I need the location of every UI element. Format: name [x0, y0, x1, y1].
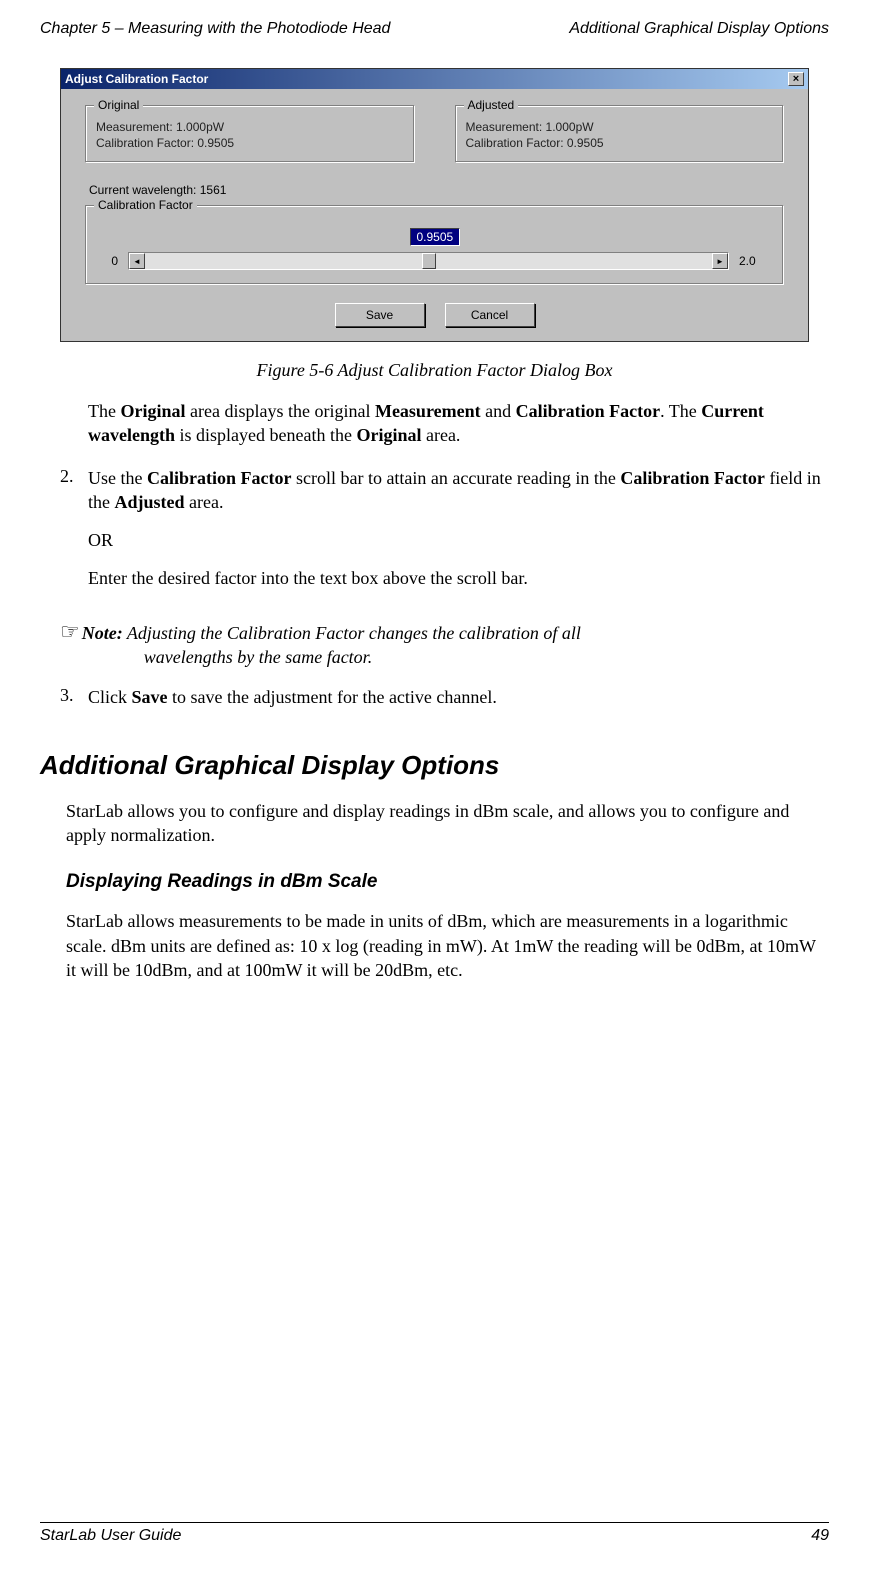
dialog-screenshot: Adjust Calibration Factor × Original Mea…: [60, 68, 809, 342]
original-measurement: Measurement: 1.000pW: [96, 120, 404, 134]
header-left: Chapter 5 – Measuring with the Photodiod…: [40, 20, 390, 38]
section-heading: Additional Graphical Display Options: [40, 750, 829, 781]
figure-caption: Figure 5-6 Adjust Calibration Factor Dia…: [40, 360, 829, 381]
scroll-right-icon[interactable]: ►: [712, 253, 728, 269]
dialog-title: Adjust Calibration Factor: [65, 72, 208, 86]
footer-page-number: 49: [811, 1527, 829, 1545]
calibration-factor-group: Calibration Factor 0.9505 0 ◄ ► 2.0: [85, 205, 784, 285]
save-button[interactable]: Save: [335, 303, 425, 327]
original-calibration: Calibration Factor: 0.9505: [96, 136, 404, 150]
original-group: Original Measurement: 1.000pW Calibratio…: [85, 105, 415, 163]
scroll-min: 0: [104, 254, 118, 268]
step-number: 3.: [60, 685, 88, 723]
original-legend: Original: [94, 98, 143, 112]
adjusted-legend: Adjusted: [464, 98, 519, 112]
page-footer: StarLab User Guide 49: [40, 1522, 829, 1545]
calibration-factor-legend: Calibration Factor: [94, 198, 197, 212]
scroll-left-icon[interactable]: ◄: [129, 253, 145, 269]
note-hand-icon: ☞: [60, 621, 80, 643]
step-2: 2. Use the Calibration Factor scroll bar…: [60, 466, 829, 605]
note-label: Note:: [82, 623, 123, 643]
step-number: 2.: [60, 466, 88, 605]
adjust-calibration-dialog: Adjust Calibration Factor × Original Mea…: [60, 68, 809, 342]
page-header: Chapter 5 – Measuring with the Photodiod…: [40, 20, 829, 38]
cancel-button[interactable]: Cancel: [445, 303, 535, 327]
calibration-scrollbar[interactable]: ◄ ►: [128, 252, 729, 270]
adjusted-calibration: Calibration Factor: 0.9505: [466, 136, 774, 150]
adjusted-group: Adjusted Measurement: 1.000pW Calibratio…: [455, 105, 785, 163]
subsection-paragraph: StarLab allows measurements to be made i…: [66, 909, 819, 982]
current-wavelength: Current wavelength: 1561: [89, 183, 784, 197]
section-paragraph: StarLab allows you to configure and disp…: [66, 799, 819, 848]
scroll-max: 2.0: [739, 254, 765, 268]
step-3: 3. Click Save to save the adjustment for…: [60, 685, 829, 723]
scroll-thumb[interactable]: [422, 253, 436, 269]
header-right: Additional Graphical Display Options: [569, 20, 829, 38]
close-icon[interactable]: ×: [788, 72, 804, 86]
note: ☞ Note: Adjusting the Calibration Factor…: [60, 621, 829, 670]
subsection-heading: Displaying Readings in dBm Scale: [66, 871, 829, 893]
adjusted-measurement: Measurement: 1.000pW: [466, 120, 774, 134]
intro-paragraph: The Original area displays the original …: [88, 399, 819, 448]
calibration-factor-input[interactable]: 0.9505: [410, 228, 460, 246]
dialog-titlebar: Adjust Calibration Factor ×: [61, 69, 808, 89]
footer-left: StarLab User Guide: [40, 1527, 181, 1545]
